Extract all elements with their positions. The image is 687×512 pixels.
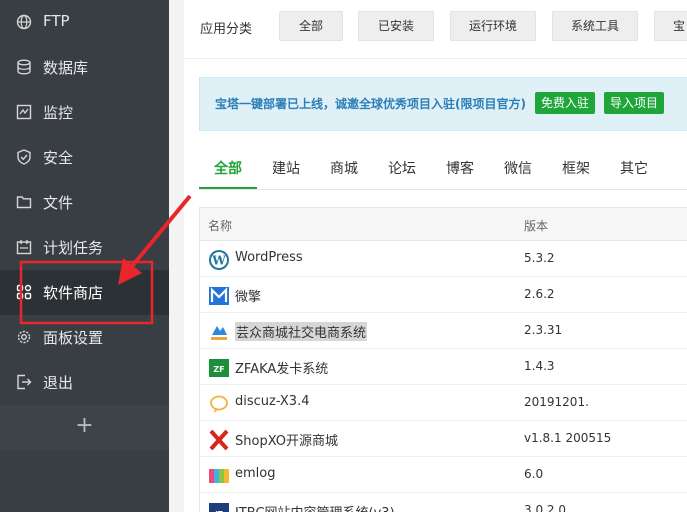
emlog-icon	[209, 469, 229, 483]
table-row[interactable]: JT JTBC网站内容管理系统(v3) 3.0.2.0	[200, 493, 687, 512]
tab-forum[interactable]: 论坛	[388, 158, 416, 178]
category-installed-button[interactable]: 已安装	[358, 11, 434, 41]
table-row[interactable]: emlog 6.0	[200, 457, 687, 493]
gear-icon	[17, 330, 31, 344]
notice-text: 宝塔一键部署已上线，诚邀全球优秀项目入驻(限项目官方)	[215, 97, 526, 111]
wordpress-icon: W	[209, 250, 229, 270]
column-header-version: 版本	[524, 219, 549, 233]
app-name[interactable]: ShopXO开源商城	[235, 430, 338, 449]
sidebar-item-logout[interactable]: 退出	[0, 360, 169, 405]
sidebar-item-label: 监控	[43, 104, 74, 122]
app-name[interactable]: discuz-X3.4	[235, 394, 309, 409]
main-panel: 应用分类 全部 已安装 运行环境 系统工具 宝 宝塔一键部署已上线，诚邀全球优秀…	[184, 0, 687, 512]
sidebar-item-security[interactable]: 安全	[0, 135, 169, 180]
app-name[interactable]: ZFAKA发卡系统	[235, 358, 328, 377]
logout-icon	[17, 374, 32, 390]
sidebar-item-cron[interactable]: 计划任务	[0, 225, 169, 270]
shield-icon	[17, 149, 31, 165]
ftp-globe-icon	[16, 14, 32, 30]
calendar-icon	[16, 240, 32, 255]
column-header-name: 名称	[208, 219, 233, 233]
zfaka-logo-icon: ZF	[209, 359, 229, 377]
svg-text:W: W	[211, 254, 226, 268]
sidebar-item-software-store[interactable]: 软件商店	[0, 270, 169, 315]
sidebar-item-ftp[interactable]: FTP	[0, 0, 169, 45]
sidebar-item-files[interactable]: 文件	[0, 180, 169, 225]
import-project-button[interactable]: 导入项目	[604, 92, 664, 114]
yunzhong-logo-icon	[211, 326, 227, 340]
table-row[interactable]: 微擎 2.6.2	[200, 277, 687, 313]
sidebar-footer	[0, 450, 169, 512]
sidebar-item-panel-settings[interactable]: 面板设置	[0, 315, 169, 360]
divider	[184, 58, 687, 59]
weengine-icon	[209, 287, 229, 305]
sidebar: FTP 数据库 监控 安全 文件 计划任务 软件商店 面板设置 退出 +	[0, 0, 169, 512]
tab-other[interactable]: 其它	[620, 158, 648, 178]
app-version: v1.8.1 200515	[524, 431, 612, 445]
svg-text:ZF: ZF	[213, 365, 224, 374]
app-tabs: 全部 建站 商城 论坛 博客 微信 框架 其它	[199, 146, 687, 190]
folder-icon	[16, 196, 32, 209]
app-version: 1.4.3	[524, 359, 555, 373]
app-version: 20191201.	[524, 395, 589, 409]
notice-banner: 宝塔一键部署已上线，诚邀全球优秀项目入驻(限项目官方) 免费入驻 导入项目	[199, 77, 687, 131]
app-version: 2.3.31	[524, 323, 563, 337]
free-join-button[interactable]: 免费入驻	[535, 92, 595, 114]
category-runtime-button[interactable]: 运行环境	[450, 11, 536, 41]
table-row[interactable]: W WordPress 5.3.2	[200, 241, 687, 277]
tab-blog[interactable]: 博客	[446, 158, 474, 178]
app-version: 5.3.2	[524, 251, 555, 265]
app-name[interactable]: JTBC网站内容管理系统(v3)	[235, 502, 395, 512]
app-name[interactable]: emlog	[235, 466, 275, 481]
app-name[interactable]: WordPress	[235, 250, 303, 265]
sidebar-item-label: 安全	[43, 149, 74, 167]
app-version: 2.6.2	[524, 287, 555, 301]
table-row[interactable]: discuz-X3.4 20191201.	[200, 385, 687, 421]
table-header: 名称 版本	[200, 208, 687, 241]
add-sidebar-item-button[interactable]: +	[0, 405, 169, 450]
sidebar-item-label: 软件商店	[43, 284, 104, 302]
tab-website[interactable]: 建站	[272, 158, 300, 178]
sidebar-item-label: 数据库	[43, 59, 89, 77]
app-grid-icon	[16, 284, 32, 300]
table-row[interactable]: ZF ZFAKA发卡系统 1.4.3	[200, 349, 687, 385]
sidebar-item-label: 面板设置	[43, 329, 104, 347]
sidebar-item-label: FTP	[43, 12, 70, 30]
shopxo-x-icon	[209, 429, 229, 451]
sidebar-item-database[interactable]: 数据库	[0, 45, 169, 90]
database-icon	[17, 59, 31, 75]
category-system-tools-button[interactable]: 系统工具	[552, 11, 638, 41]
sidebar-item-label: 计划任务	[43, 239, 104, 257]
app-version: 3.0.2.0	[524, 503, 566, 512]
app-name[interactable]: 微擎	[235, 286, 261, 305]
jtbc-icon: JT	[209, 503, 229, 512]
category-bt-button[interactable]: 宝	[654, 11, 687, 41]
tab-shop[interactable]: 商城	[330, 158, 358, 178]
tab-wechat[interactable]: 微信	[504, 158, 532, 178]
table-row[interactable]: 芸众商城社交电商系统 2.3.31	[200, 313, 687, 349]
monitor-icon	[16, 104, 32, 120]
sidebar-item-monitor[interactable]: 监控	[0, 90, 169, 135]
discuz-icon	[210, 395, 228, 413]
tab-all[interactable]: 全部	[214, 158, 242, 178]
sidebar-item-label: 文件	[43, 194, 74, 212]
app-name[interactable]: 芸众商城社交电商系统	[235, 322, 368, 341]
active-tab-indicator	[199, 187, 257, 189]
app-table: 名称 版本 W WordPress 5.3.2 微擎 2.6.2 芸众商城社交电…	[199, 207, 687, 512]
category-label: 应用分类	[200, 22, 253, 37]
app-version: 6.0	[524, 467, 544, 481]
category-all-button[interactable]: 全部	[279, 11, 343, 41]
tab-framework[interactable]: 框架	[562, 158, 590, 178]
table-row[interactable]: ShopXO开源商城 v1.8.1 200515	[200, 421, 687, 457]
sidebar-item-label: 退出	[43, 374, 74, 392]
